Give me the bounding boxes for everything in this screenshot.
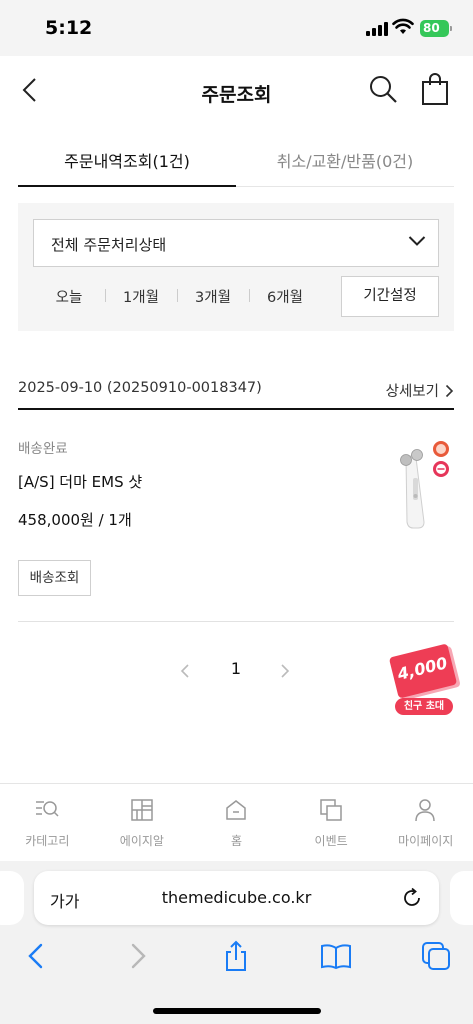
track-delivery-button[interactable]: 배송조회 (18, 560, 91, 596)
shopping-bag-icon[interactable] (420, 72, 450, 106)
product-image[interactable] (384, 436, 454, 532)
cellular-signal-icon (366, 22, 388, 36)
person-icon (415, 799, 436, 822)
coupon-label: 친구 초대 (395, 698, 453, 715)
nav-category[interactable]: 카테고리 (0, 784, 95, 862)
order-status-select-value: 전체 주문처리상태 (51, 236, 167, 254)
bookmarks-icon[interactable] (320, 940, 352, 972)
category-search-icon (36, 801, 59, 817)
event-icon (320, 799, 342, 821)
friend-invite-coupon[interactable]: 4,000 친구 초대 (388, 643, 458, 718)
tabs-icon[interactable] (420, 940, 452, 972)
status-time: 5:12 (45, 17, 93, 39)
period-6month-button[interactable]: 6개월 (249, 286, 321, 307)
page-title: 주문조회 (201, 84, 272, 106)
nav-agear[interactable]: 에이지알 (95, 784, 190, 862)
address-bar[interactable]: 가가 themedicube.co.kr (34, 871, 439, 925)
chevron-right-icon (445, 384, 454, 397)
order-detail-link[interactable]: 상세보기 (386, 380, 454, 401)
next-page-icon[interactable] (280, 663, 290, 679)
tab-order-history[interactable]: 주문내역조회(1건) (18, 140, 236, 187)
home-icon (226, 800, 246, 820)
search-icon[interactable] (368, 74, 398, 104)
product-name[interactable]: [A/S] 더마 EMS 샷 (18, 471, 142, 492)
nav-agear-label: 에이지알 (119, 834, 164, 848)
order-status-select[interactable]: 전체 주문처리상태 (33, 219, 439, 267)
forward-arrow-icon[interactable] (122, 940, 154, 972)
nav-event-label: 이벤트 (314, 834, 348, 848)
nav-home[interactable]: 홈 (189, 784, 284, 862)
date-range-button[interactable]: 기간설정 (341, 276, 439, 317)
grid-icon (130, 799, 153, 821)
order-header: 2025-09-10 (20250910-0018347) 상세보기 (18, 372, 454, 410)
battery-indicator: 80 (420, 20, 452, 37)
bottom-nav: 카테고리 에이지알 홈 이벤트 마이페이지 (0, 783, 473, 861)
page-header: 주문조회 (0, 56, 473, 124)
browser-toolbar: 가가 themedicube.co.kr (0, 861, 473, 1024)
page-number[interactable]: 1 (226, 659, 246, 678)
nav-home-label: 홈 (230, 834, 242, 848)
order-tabs: 주문내역조회(1건) 취소/교환/반품(0건) (18, 140, 454, 188)
period-shortcuts: 오늘 1개월 3개월 6개월 (33, 276, 321, 316)
reload-icon[interactable] (401, 887, 423, 909)
tab-cancel-exchange-return[interactable]: 취소/교환/반품(0건) (236, 140, 454, 187)
order-detail-label: 상세보기 (385, 384, 439, 400)
product-price-quantity: 458,000원 / 1개 (18, 511, 132, 529)
url-text[interactable]: themedicube.co.kr (34, 888, 439, 907)
period-today-button[interactable]: 오늘 (33, 286, 105, 307)
prev-page-icon[interactable] (180, 663, 190, 679)
coupon-card: 4,000 (388, 643, 458, 699)
status-bar: 5:12 80 (0, 0, 473, 56)
home-indicator (153, 1008, 321, 1014)
battery-level: 80 (423, 21, 440, 35)
order-filter-panel: 전체 주문처리상태 오늘 1개월 3개월 6개월 기간설정 (18, 203, 454, 331)
nav-category-label: 카테고리 (25, 834, 70, 848)
divider (18, 621, 454, 622)
previous-tab-preview[interactable] (0, 871, 24, 925)
coupon-amount: 4,000 (395, 653, 450, 684)
nav-mypage-label: 마이페이지 (398, 834, 454, 848)
wifi-icon (392, 18, 414, 34)
period-3month-button[interactable]: 3개월 (177, 286, 249, 307)
chevron-down-icon (408, 236, 426, 246)
nav-mypage[interactable]: 마이페이지 (378, 784, 473, 862)
order-date-number: 2025-09-10 (20250910-0018347) (18, 380, 262, 396)
delivery-status: 배송완료 (18, 441, 68, 457)
nav-event[interactable]: 이벤트 (284, 784, 379, 862)
share-icon[interactable] (220, 940, 252, 972)
back-arrow-icon[interactable] (20, 940, 52, 972)
next-tab-preview[interactable] (450, 871, 473, 925)
period-1month-button[interactable]: 1개월 (105, 286, 177, 307)
